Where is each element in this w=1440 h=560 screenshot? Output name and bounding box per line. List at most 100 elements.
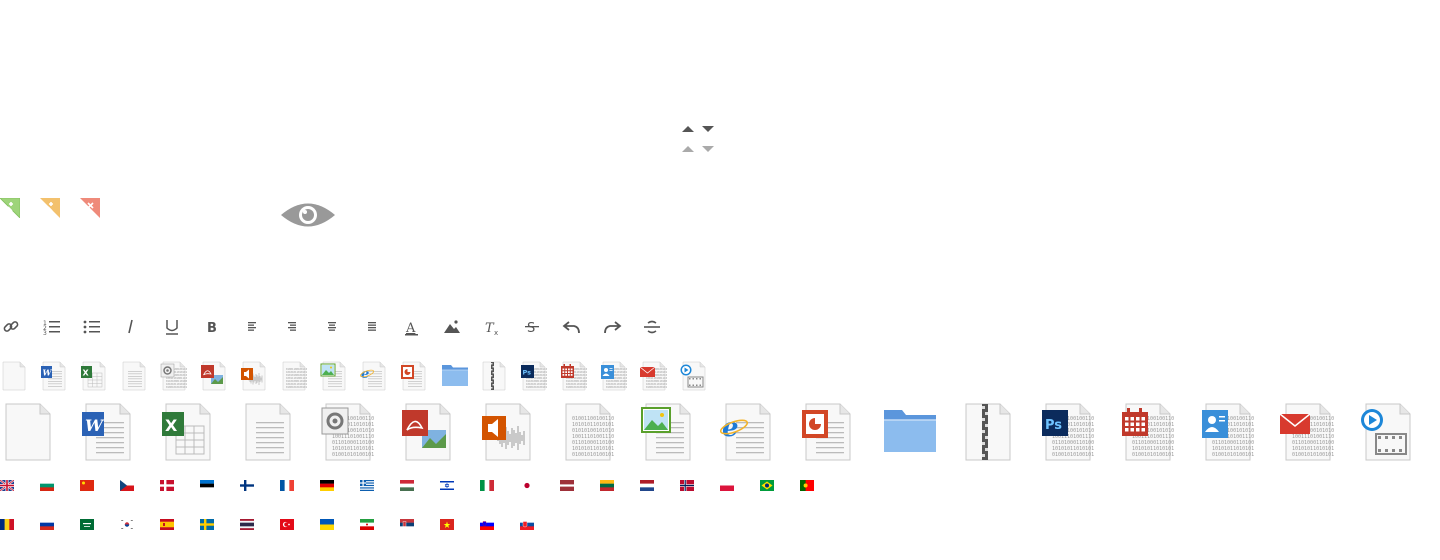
- svg-text:e: e: [361, 367, 369, 382]
- video-file-icon-large: [1360, 400, 1420, 464]
- strikethrough-icon[interactable]: S: [520, 316, 544, 338]
- flag-lv-icon: [560, 480, 574, 491]
- clear-format-icon[interactable]: Tx: [480, 316, 504, 338]
- svg-text:01001010100101: 01001010100101: [332, 452, 374, 458]
- word-file-icon-large: W: [80, 400, 140, 464]
- eye-icon[interactable]: [280, 198, 336, 232]
- background-color-icon[interactable]: [440, 316, 464, 338]
- link-icon[interactable]: [0, 316, 24, 338]
- contact-file-icon-large: 01001100100110 10101011010101 010101001010…: [1200, 400, 1260, 464]
- flag-si-icon: [480, 519, 494, 530]
- align-left-icon[interactable]: [240, 316, 264, 338]
- photoshop-file-icon-large: 01001100100110 10101011010101 010101001010…: [1040, 400, 1100, 464]
- corner-add-orange-icon: [40, 198, 60, 218]
- svg-text:01001010100101: 01001010100101: [166, 385, 188, 389]
- svg-text:01001010100101: 01001010100101: [286, 385, 308, 389]
- audio-file-icon: [240, 360, 270, 392]
- svg-text:X: X: [165, 416, 178, 435]
- settings-file-icon-large: 01001100100110 10101011010101 010101001010…: [320, 400, 380, 464]
- svg-text:01101000110100: 01101000110100: [606, 379, 628, 383]
- audio-file-icon-large: [480, 400, 540, 464]
- font-color-icon[interactable]: A: [400, 316, 424, 338]
- svg-text:01001010100101: 01001010100101: [646, 385, 668, 389]
- flag-pt-icon: [800, 480, 814, 491]
- undo-icon[interactable]: [560, 316, 584, 338]
- svg-text:10101011010101: 10101011010101: [286, 370, 308, 374]
- svg-text:01001010100101: 01001010100101: [606, 385, 628, 389]
- blank-file-icon: [0, 360, 30, 392]
- flag-ua-icon: [320, 519, 334, 530]
- calendar-file-icon: 01001100100110 10101011010101 010101001010…: [560, 360, 590, 392]
- sort-up-icon[interactable]: [682, 126, 694, 132]
- svg-text:01101000110100: 01101000110100: [566, 379, 588, 383]
- flag-lt-icon: [600, 480, 614, 491]
- text-file-icon: [120, 360, 150, 392]
- flag-rs-icon: [400, 519, 414, 530]
- numbered-list-icon[interactable]: 123: [40, 316, 64, 338]
- flag-tr-icon: [280, 519, 294, 530]
- svg-text:01001010100101: 01001010100101: [572, 452, 614, 458]
- bold-icon[interactable]: B: [200, 316, 224, 338]
- sort-down-icon[interactable]: [702, 126, 714, 132]
- horizontal-rule-icon[interactable]: [640, 316, 664, 338]
- svg-text:B: B: [207, 321, 217, 336]
- align-right-icon[interactable]: [280, 316, 304, 338]
- flag-ir-icon: [360, 519, 374, 530]
- binary-file-icon-large: 01001100100110 10101011010101 010101001010…: [560, 400, 620, 464]
- flag-ro-icon: [0, 519, 14, 530]
- flag-it-icon: [480, 480, 494, 491]
- svg-text:01101000110100: 01101000110100: [286, 379, 308, 383]
- folder-file-icon: [440, 360, 470, 392]
- svg-text:Ps: Ps: [523, 369, 532, 377]
- svg-text:A: A: [405, 321, 416, 336]
- flag-sa-icon: [80, 519, 94, 530]
- zip-file-icon: [480, 360, 510, 392]
- flag-fi-icon: [240, 480, 254, 491]
- flag-br-icon: [760, 480, 774, 491]
- redo-icon[interactable]: [600, 316, 624, 338]
- svg-text:10101011010101: 10101011010101: [606, 382, 628, 386]
- photoshop-file-icon: 01001100100110 10101011010101 010101001010…: [520, 360, 550, 392]
- align-center-icon[interactable]: [320, 316, 344, 338]
- pdf-file-icon: [200, 360, 230, 392]
- flag-cz-icon: [120, 480, 134, 491]
- flag-hu-icon: [400, 480, 414, 491]
- sort-arrows: [680, 122, 720, 158]
- svg-text:X: X: [83, 369, 90, 378]
- svg-text:01101000110100: 01101000110100: [526, 379, 548, 383]
- image-file-icon: [320, 360, 350, 392]
- flag-no-icon: [680, 480, 694, 491]
- svg-text:Ps: Ps: [1045, 418, 1062, 433]
- sort-up-disabled-icon: [682, 146, 694, 152]
- svg-text:01101000110100: 01101000110100: [166, 379, 188, 383]
- flag-vn-icon: [440, 519, 454, 530]
- pdf-file-icon-large: [400, 400, 460, 464]
- corner-remove-red-icon: [80, 198, 100, 218]
- contact-file-icon: 01001100100110 10101011010101 010101001010…: [600, 360, 630, 392]
- flag-sk-icon: [520, 519, 534, 530]
- svg-text:3: 3: [43, 330, 47, 337]
- svg-text:x: x: [494, 329, 498, 337]
- flag-nl-icon: [640, 480, 654, 491]
- svg-text:01001010100101: 01001010100101: [566, 385, 588, 389]
- svg-text:01001100100110: 01001100100110: [286, 367, 308, 371]
- powerpoint-file-icon: [400, 360, 430, 392]
- text-file-icon-large: [240, 400, 300, 464]
- flag-th-icon: [240, 519, 254, 530]
- flag-ru-icon: [40, 519, 54, 530]
- svg-text:e: e: [722, 413, 739, 443]
- bulleted-list-icon[interactable]: [80, 316, 104, 338]
- svg-text:W: W: [43, 368, 53, 378]
- email-file-icon: 01001100100110 10101011010101 010101001010…: [640, 360, 670, 392]
- html-file-icon-large: e: [720, 400, 780, 464]
- excel-file-icon: X: [80, 360, 110, 392]
- italic-icon[interactable]: [120, 316, 144, 338]
- align-justify-icon[interactable]: [360, 316, 384, 338]
- flag-fr-icon: [280, 480, 294, 491]
- flag-de-icon: [320, 480, 334, 491]
- underline-icon[interactable]: [160, 316, 184, 338]
- excel-file-icon-large: X: [160, 400, 220, 464]
- svg-text:01001010100101: 01001010100101: [1132, 452, 1174, 458]
- video-file-icon: [680, 360, 710, 392]
- flag-kr-icon: [120, 519, 134, 530]
